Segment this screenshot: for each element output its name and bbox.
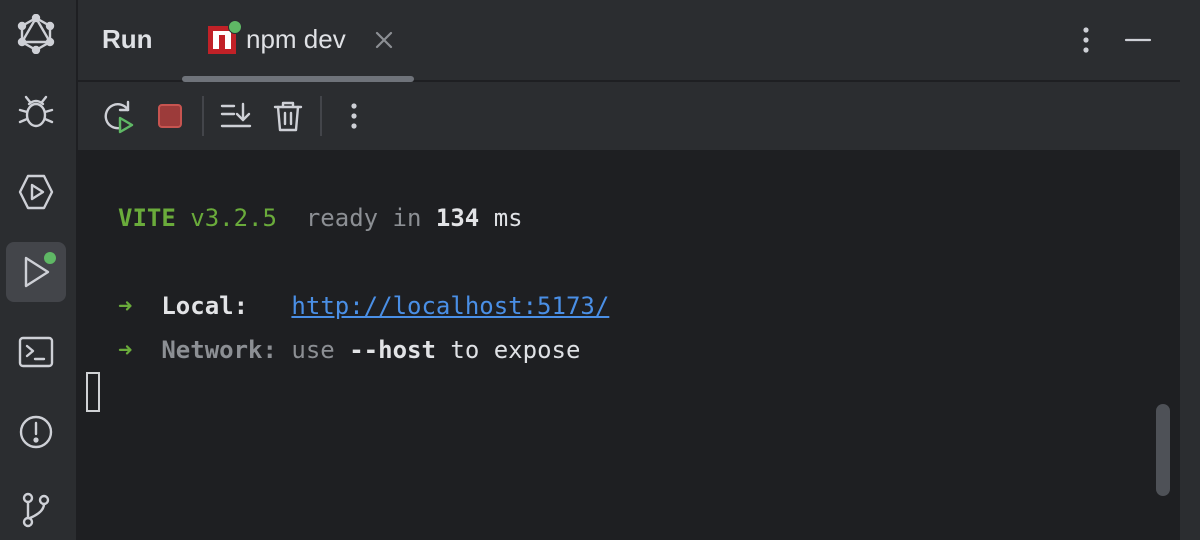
toolbar-separator <box>202 96 204 136</box>
graphql-icon <box>17 14 55 54</box>
npm-icon <box>208 20 242 54</box>
services-button[interactable] <box>6 162 66 222</box>
more-vertical-icon <box>1083 27 1089 53</box>
tab-status-dot <box>228 20 242 34</box>
hide-panel-button[interactable] <box>1120 22 1156 58</box>
local-url-link[interactable]: http://localhost:5173/ <box>291 292 609 320</box>
tab-label: npm dev <box>246 24 346 54</box>
clear-console-button[interactable] <box>268 96 308 136</box>
debug-button[interactable] <box>6 82 66 142</box>
problems-icon <box>19 415 53 449</box>
more-icon <box>351 103 357 129</box>
right-edge <box>1180 0 1200 540</box>
stop-icon <box>158 104 182 128</box>
console-scrollbar[interactable] <box>1156 404 1170 496</box>
vite-ready-line: VITE v3.2.5 ready in 134 ms <box>118 204 523 232</box>
close-tab-button[interactable] <box>372 28 396 52</box>
graphql-button[interactable] <box>6 4 66 64</box>
text-cursor <box>86 372 100 412</box>
stop-button[interactable] <box>150 96 190 136</box>
services-icon <box>18 174 54 210</box>
panel-header: Run npm dev <box>78 0 1180 82</box>
bug-icon <box>18 95 54 128</box>
trash-icon <box>273 101 303 132</box>
scroll-to-end-icon <box>220 102 252 128</box>
run-toolbar <box>78 82 1180 150</box>
toolbar-separator <box>320 96 322 136</box>
panel-options-button[interactable] <box>1068 22 1104 58</box>
problems-button[interactable] <box>6 402 66 462</box>
activity-bar <box>0 0 78 540</box>
tab-npm-dev[interactable]: npm dev <box>182 0 414 82</box>
network-line: ➜ Network: use --host to expose <box>118 336 581 364</box>
more-actions-button[interactable] <box>334 96 374 136</box>
run-button[interactable] <box>6 242 66 302</box>
git-branch-icon <box>22 492 50 528</box>
run-status-dot <box>44 252 56 264</box>
rerun-icon <box>104 100 134 134</box>
panel-title: Run <box>102 24 153 54</box>
console-output[interactable]: VITE v3.2.5 ready in 134 ms ➜ Local: htt… <box>78 150 1180 540</box>
terminal-button[interactable] <box>6 322 66 382</box>
local-line: ➜ Local: http://localhost:5173/ <box>118 292 610 320</box>
close-icon <box>375 31 393 49</box>
scroll-to-end-button[interactable] <box>216 96 256 136</box>
minimize-icon <box>1124 38 1152 42</box>
git-button[interactable] <box>6 480 66 540</box>
rerun-button[interactable] <box>98 96 138 136</box>
run-panel: Run npm dev VITE v3.2.5 ready in 134 ms … <box>78 0 1180 540</box>
terminal-icon <box>18 336 54 368</box>
